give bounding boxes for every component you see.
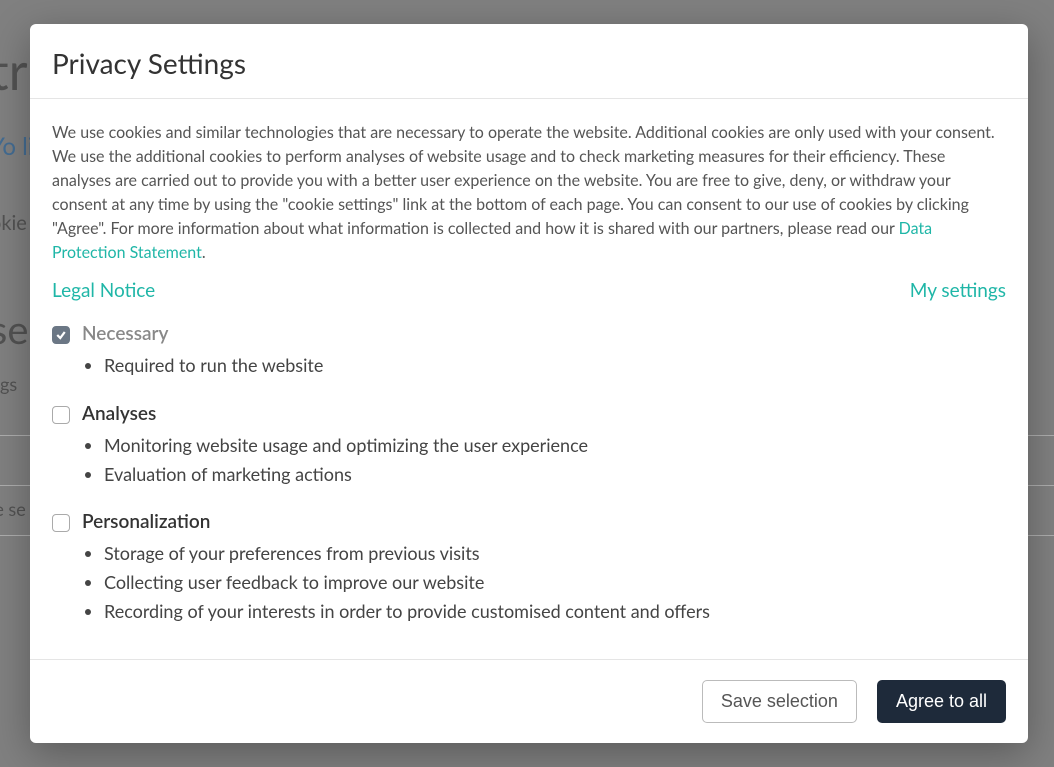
legal-notice-link[interactable]: Legal Notice [52,279,155,302]
option-title-personalization: Personalization [82,510,1006,533]
checkbox-analyses[interactable] [52,406,70,424]
option-content: Analyses Monitoring website usage and op… [82,402,1006,489]
intro-text-post: . [202,243,206,262]
my-settings-link[interactable]: My settings [910,279,1006,302]
checkbox-personalization[interactable] [52,514,70,532]
option-list-analyses: Monitoring website usage and optimizing … [82,431,1006,489]
option-content: Necessary Required to run the website [82,322,1006,380]
modal-title: Privacy Settings [52,46,1006,80]
list-item: Recording of your interests in order to … [104,597,1006,626]
check-icon [55,329,67,341]
checkbox-necessary [52,326,70,344]
intro-paragraph: We use cookies and similar technologies … [52,121,1006,265]
agree-to-all-button[interactable]: Agree to all [877,680,1006,723]
option-title-analyses: Analyses [82,402,1006,425]
option-personalization: Personalization Storage of your preferen… [52,510,1006,625]
list-item: Storage of your preferences from previou… [104,539,1006,568]
option-analyses: Analyses Monitoring website usage and op… [52,402,1006,489]
list-item: Monitoring website usage and optimizing … [104,431,1006,460]
option-title-necessary: Necessary [82,322,1006,345]
privacy-settings-modal: Privacy Settings We use cookies and simi… [30,24,1028,743]
intro-text-pre: We use cookies and similar technologies … [52,123,995,238]
list-item: Evaluation of marketing actions [104,460,1006,489]
option-list-necessary: Required to run the website [82,351,1006,380]
links-row: Legal Notice My settings [52,279,1006,302]
modal-footer: Save selection Agree to all [30,659,1028,743]
list-item: Collecting user feedback to improve our … [104,568,1006,597]
list-item: Required to run the website [104,351,1006,380]
modal-body: We use cookies and similar technologies … [30,99,1028,659]
save-selection-button[interactable]: Save selection [702,680,857,723]
option-content: Personalization Storage of your preferen… [82,510,1006,625]
modal-header: Privacy Settings [30,24,1028,99]
option-list-personalization: Storage of your preferences from previou… [82,539,1006,625]
option-necessary: Necessary Required to run the website [52,322,1006,380]
